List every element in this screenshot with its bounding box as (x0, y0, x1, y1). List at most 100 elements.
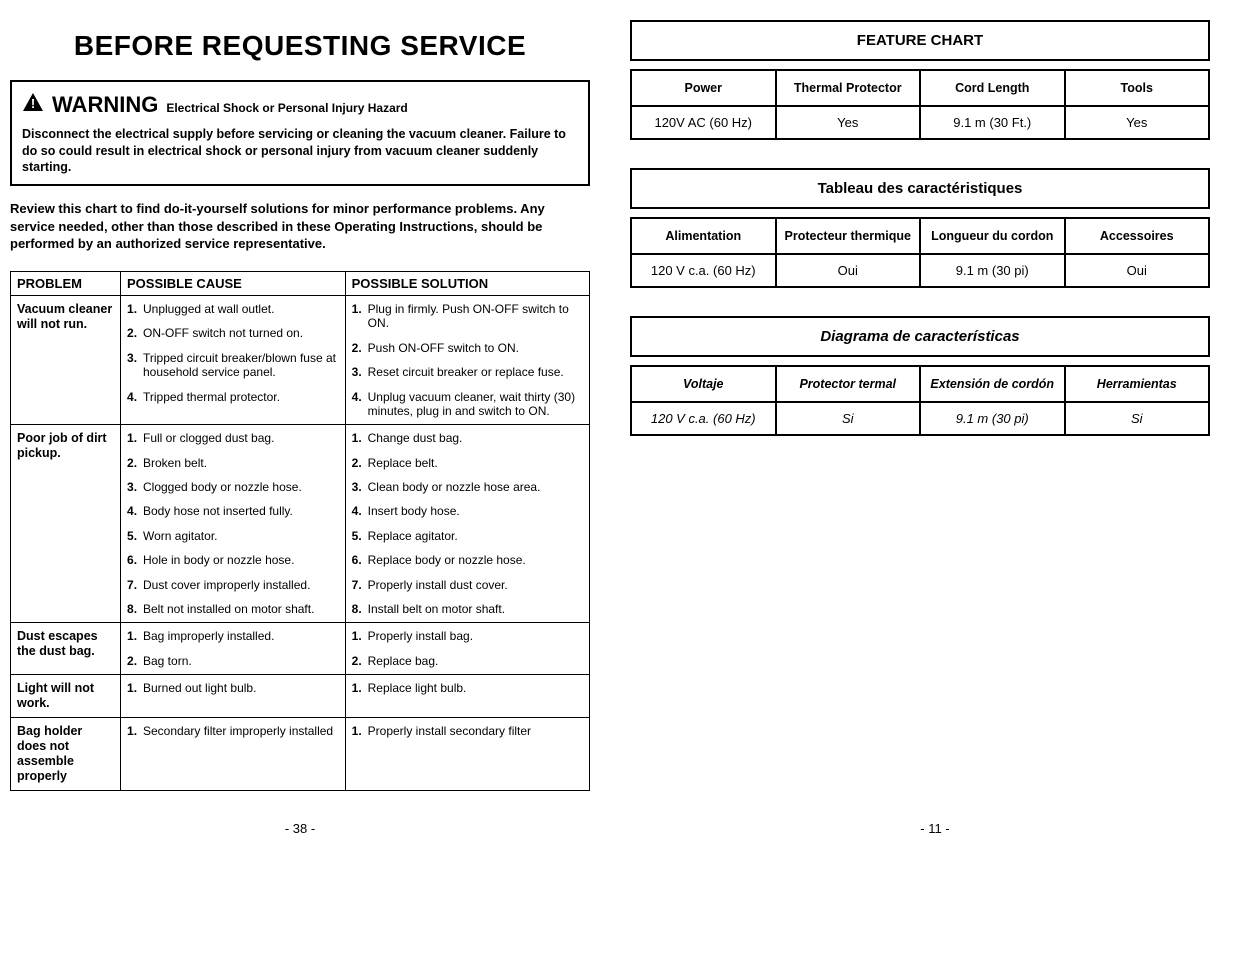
solution-item: Clean body or nozzle hose area. (352, 480, 583, 494)
solution-cell: Plug in firmly. Push ON-OFF switch to ON… (345, 295, 589, 424)
feature-header: Herramientas (1065, 366, 1210, 402)
cause-item: Hole in body or nozzle hose. (127, 553, 339, 567)
solution-item: Unplug vacuum cleaner, wait thirty (30) … (352, 390, 583, 419)
solution-item: Replace body or nozzle hose. (352, 553, 583, 567)
cause-cell: Burned out light bulb. (121, 675, 346, 718)
solution-item: Properly install secondary filter (352, 724, 583, 738)
feature-header: Tools (1065, 70, 1210, 106)
cause-item: Broken belt. (127, 456, 339, 470)
feature-value: 120 V c.a. (60 Hz) (631, 402, 776, 435)
feature-value: Si (776, 402, 921, 435)
solution-cell: Properly install secondary filter (345, 718, 589, 791)
cause-item: Belt not installed on motor shaft. (127, 602, 339, 616)
cause-item: Unplugged at wall outlet. (127, 302, 339, 316)
feature-value: 9.1 m (30 pi) (920, 254, 1065, 287)
page-title: BEFORE REQUESTING SERVICE (10, 30, 590, 62)
cause-item: Worn agitator. (127, 529, 339, 543)
table-row: Poor job of dirt pickup.Full or clogged … (11, 425, 590, 623)
warning-body: Disconnect the electrical supply before … (22, 126, 578, 177)
problem-cell: Dust escapes the dust bag. (11, 623, 121, 675)
page-number-left: - 38 - (10, 821, 590, 836)
col-header-problem: PROBLEM (11, 271, 121, 295)
warning-header: ! WARNING Electrical Shock or Personal I… (22, 90, 578, 120)
feature-header: Extensión de cordón (920, 366, 1065, 402)
cause-cell: Secondary filter improperly installed (121, 718, 346, 791)
cause-cell: Bag improperly installed. Bag torn. (121, 623, 346, 675)
warning-triangle-icon: ! (22, 92, 44, 112)
solution-item: Reset circuit breaker or replace fuse. (352, 365, 583, 379)
feature-header: Accessoires (1065, 218, 1210, 254)
feature-value: 120V AC (60 Hz) (631, 106, 776, 139)
cause-item: Tripped circuit breaker/blown fuse at ho… (127, 351, 339, 380)
feature-chart-title: FEATURE CHART (631, 21, 1209, 60)
feature-value: 120 V c.a. (60 Hz) (631, 254, 776, 287)
feature-header: Voltaje (631, 366, 776, 402)
svg-text:!: ! (31, 96, 35, 111)
solution-item: Install belt on motor shaft. (352, 602, 583, 616)
feature-value: Oui (1065, 254, 1210, 287)
cause-cell: Full or clogged dust bag. Broken belt. Clo… (121, 425, 346, 623)
feature-chart: Diagrama de características VoltajeProtec… (630, 316, 1210, 436)
warning-word: WARNING (52, 90, 158, 120)
solution-item: Plug in firmly. Push ON-OFF switch to ON… (352, 302, 583, 331)
table-row: Vacuum cleaner will not run.Unplugged at… (11, 295, 590, 424)
col-header-cause: POSSIBLE CAUSE (121, 271, 346, 295)
problem-cell: Vacuum cleaner will not run. (11, 295, 121, 424)
warning-subtitle: Electrical Shock or Personal Injury Haza… (166, 100, 407, 116)
feature-chart-title: Diagrama de características (631, 317, 1209, 356)
cause-item: Bag improperly installed. (127, 629, 339, 643)
solution-item: Change dust bag. (352, 431, 583, 445)
feature-chart-title: Tableau des caractéristiques (631, 169, 1209, 208)
feature-chart: Tableau des caractéristiques Alimentation… (630, 168, 1210, 288)
problem-cell: Light will not work. (11, 675, 121, 718)
feature-value: Si (1065, 402, 1210, 435)
cause-item: Clogged body or nozzle hose. (127, 480, 339, 494)
solution-item: Insert body hose. (352, 504, 583, 518)
feature-header: Protecteur thermique (776, 218, 921, 254)
solution-item: Push ON-OFF switch to ON. (352, 341, 583, 355)
feature-header: Cord Length (920, 70, 1065, 106)
page-numbers: - 38 - - 11 - (10, 821, 1225, 836)
feature-value: 9.1 m (30 pi) (920, 402, 1065, 435)
problem-cell: Poor job of dirt pickup. (11, 425, 121, 623)
feature-chart: FEATURE CHARTPowerThermal ProtectorCord … (630, 20, 1210, 140)
cause-item: Tripped thermal protector. (127, 390, 339, 404)
cause-item: Dust cover improperly installed. (127, 578, 339, 592)
page-container: BEFORE REQUESTING SERVICE ! WARNING Elec… (10, 20, 1225, 791)
cause-item: Bag torn. (127, 654, 339, 668)
solution-item: Replace belt. (352, 456, 583, 470)
solution-item: Properly install dust cover. (352, 578, 583, 592)
cause-item: ON-OFF switch not turned on. (127, 326, 339, 340)
feature-header: Power (631, 70, 776, 106)
cause-item: Secondary filter improperly installed (127, 724, 339, 738)
review-text: Review this chart to find do-it-yourself… (10, 200, 590, 253)
feature-header: Protector termal (776, 366, 921, 402)
solution-cell: Change dust bag. Replace belt. Clean body … (345, 425, 589, 623)
feature-value: 9.1 m (30 Ft.) (920, 106, 1065, 139)
cause-item: Body hose not inserted fully. (127, 504, 339, 518)
cause-cell: Unplugged at wall outlet. ON-OFF switch n… (121, 295, 346, 424)
feature-value: Oui (776, 254, 921, 287)
solution-cell: Properly install bag. Replace bag. (345, 623, 589, 675)
col-header-solution: POSSIBLE SOLUTION (345, 271, 589, 295)
problem-cell: Bag holder does not assemble properly (11, 718, 121, 791)
feature-value: Yes (1065, 106, 1210, 139)
table-row: Bag holder does not assemble properly Sec… (11, 718, 590, 791)
cause-item: Burned out light bulb. (127, 681, 339, 695)
right-page: FEATURE CHARTPowerThermal ProtectorCord … (630, 20, 1210, 791)
solution-item: Properly install bag. (352, 629, 583, 643)
table-row: Light will not work. Burned out light bul… (11, 675, 590, 718)
solution-item: Replace agitator. (352, 529, 583, 543)
page-number-right: - 11 - (645, 821, 1225, 836)
cause-item: Full or clogged dust bag. (127, 431, 339, 445)
solution-item: Replace light bulb. (352, 681, 583, 695)
table-row: Dust escapes the dust bag.Bag improperly… (11, 623, 590, 675)
feature-header: Alimentation (631, 218, 776, 254)
solution-cell: Replace light bulb. (345, 675, 589, 718)
feature-header: Longueur du cordon (920, 218, 1065, 254)
troubleshoot-table: PROBLEM POSSIBLE CAUSE POSSIBLE SOLUTION… (10, 271, 590, 791)
left-page: BEFORE REQUESTING SERVICE ! WARNING Elec… (10, 20, 590, 791)
solution-item: Replace bag. (352, 654, 583, 668)
warning-box: ! WARNING Electrical Shock or Personal I… (10, 80, 590, 186)
feature-value: Yes (776, 106, 921, 139)
